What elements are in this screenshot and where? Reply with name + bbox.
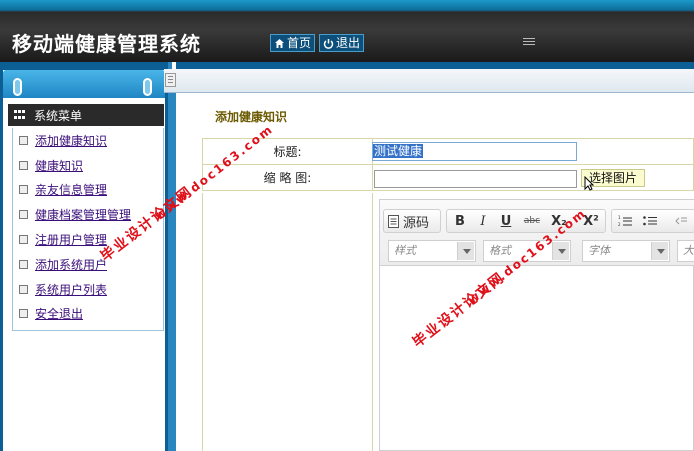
sidebar-item-system-users[interactable]: 系统用户列表 bbox=[13, 277, 163, 302]
home-button[interactable]: 首页 bbox=[270, 34, 316, 52]
top-header: 移动端健康管理系统 首页 退出 bbox=[0, 0, 694, 62]
source-button[interactable]: 源码 bbox=[388, 210, 429, 232]
logout-button[interactable]: 退出 bbox=[319, 34, 365, 52]
sidebar-item-label[interactable]: 亲友信息管理 bbox=[35, 181, 107, 198]
document-icon bbox=[19, 210, 28, 220]
document-icon bbox=[19, 235, 28, 245]
power-icon bbox=[323, 38, 334, 49]
sidebar-item-label[interactable]: 添加系统用户 bbox=[35, 256, 107, 273]
document-icon bbox=[19, 160, 28, 170]
title-input-value: 测试健康 bbox=[373, 144, 424, 158]
svg-text:1: 1 bbox=[618, 215, 621, 220]
format-select[interactable]: 格式 bbox=[483, 240, 571, 262]
home-icon bbox=[275, 38, 284, 48]
document-icon bbox=[19, 284, 28, 294]
chevron-down-icon bbox=[651, 242, 668, 260]
underline-button[interactable]: U bbox=[499, 210, 513, 232]
title-label: 标题: bbox=[202, 138, 373, 165]
sidebar-item-health-records[interactable]: 健康档案管理管理 bbox=[13, 202, 163, 227]
rich-text-editor[interactable]: 源码 B I U abc X₂ X² 12 样式 格式 字体 大 bbox=[379, 199, 694, 451]
size-select-label: 大 bbox=[683, 244, 694, 257]
bold-button[interactable]: B bbox=[452, 210, 468, 232]
menu-grip-icon[interactable] bbox=[523, 38, 535, 48]
thumbnail-input[interactable] bbox=[374, 170, 577, 188]
sidebar-item-relatives[interactable]: 亲友信息管理 bbox=[13, 178, 163, 203]
binder-ring-icon bbox=[143, 78, 152, 96]
outdent-icon[interactable] bbox=[674, 210, 688, 232]
chevron-down-icon bbox=[457, 242, 474, 260]
sidebar-item-label[interactable]: 注册用户管理 bbox=[35, 231, 107, 248]
menu-header-label: 系统菜单 bbox=[34, 108, 83, 123]
superscript-button[interactable]: X² bbox=[582, 210, 600, 232]
sidebar-item-label[interactable]: 健康知识 bbox=[35, 157, 83, 174]
tab-strip bbox=[164, 69, 694, 93]
content-top-border bbox=[176, 62, 694, 69]
style-select[interactable]: 样式 bbox=[388, 240, 476, 262]
format-select-label: 格式 bbox=[489, 244, 511, 257]
sidebar-item-label[interactable]: 添加健康知识 bbox=[35, 132, 107, 149]
menu-list: 添加健康知识 健康知识 亲友信息管理 健康档案管理管理 注册用户管理 添加系统用… bbox=[12, 128, 164, 331]
document-icon bbox=[19, 259, 28, 269]
font-select-label: 字体 bbox=[588, 244, 610, 257]
app-title: 移动端健康管理系统 bbox=[12, 32, 201, 56]
svg-text:2: 2 bbox=[618, 222, 621, 227]
source-button-label: 源码 bbox=[403, 215, 430, 231]
mouse-cursor-icon bbox=[584, 176, 594, 191]
page-title: 添加健康知识 bbox=[215, 110, 288, 124]
menu-header: 系统菜单 bbox=[8, 104, 164, 126]
collapse-sidebar-icon[interactable] bbox=[165, 73, 176, 87]
strikethrough-button[interactable]: abc bbox=[522, 210, 542, 232]
sidebar-item-add-system-user[interactable]: 添加系统用户 bbox=[13, 252, 163, 277]
subscript-button[interactable]: X₂ bbox=[550, 210, 568, 232]
document-icon bbox=[19, 309, 28, 319]
thumbnail-label: 缩 略 图: bbox=[202, 164, 373, 191]
sidebar-cap bbox=[3, 70, 165, 98]
source-icon bbox=[388, 214, 399, 228]
sidebar-item-label[interactable]: 系统用户列表 bbox=[35, 281, 107, 298]
bullet-list-icon[interactable] bbox=[641, 210, 659, 232]
size-select[interactable]: 大 bbox=[677, 240, 694, 262]
ordered-list-icon[interactable]: 12 bbox=[616, 210, 634, 232]
document-icon bbox=[19, 135, 28, 145]
chevron-down-icon bbox=[552, 242, 569, 260]
logout-button-label: 退出 bbox=[336, 36, 361, 50]
sidebar-item-label[interactable]: 安全退出 bbox=[35, 305, 83, 322]
sidebar: 系统菜单 添加健康知识 健康知识 亲友信息管理 健康档案管理管理 注册用户管理 … bbox=[0, 62, 172, 451]
home-button-label: 首页 bbox=[287, 36, 312, 50]
editor-toolbar: 源码 B I U abc X₂ X² 12 样式 格式 字体 大 bbox=[380, 200, 694, 266]
document-icon bbox=[19, 185, 28, 195]
content-left-border bbox=[172, 93, 176, 451]
grid-icon bbox=[14, 110, 28, 120]
sidebar-item-add-health-knowledge[interactable]: 添加健康知识 bbox=[13, 128, 163, 153]
sidebar-panel: 系统菜单 添加健康知识 健康知识 亲友信息管理 健康档案管理管理 注册用户管理 … bbox=[3, 70, 165, 451]
sidebar-item-registered-users[interactable]: 注册用户管理 bbox=[13, 227, 163, 252]
sidebar-item-logout[interactable]: 安全退出 bbox=[13, 302, 163, 327]
sidebar-item-health-knowledge[interactable]: 健康知识 bbox=[13, 153, 163, 178]
title-input[interactable]: 测试健康 bbox=[372, 142, 577, 161]
italic-button[interactable]: I bbox=[476, 210, 490, 232]
binder-ring-icon bbox=[13, 78, 22, 96]
sidebar-item-label[interactable]: 健康档案管理管理 bbox=[35, 206, 131, 223]
font-select[interactable]: 字体 bbox=[582, 240, 670, 262]
style-select-label: 样式 bbox=[394, 244, 416, 257]
